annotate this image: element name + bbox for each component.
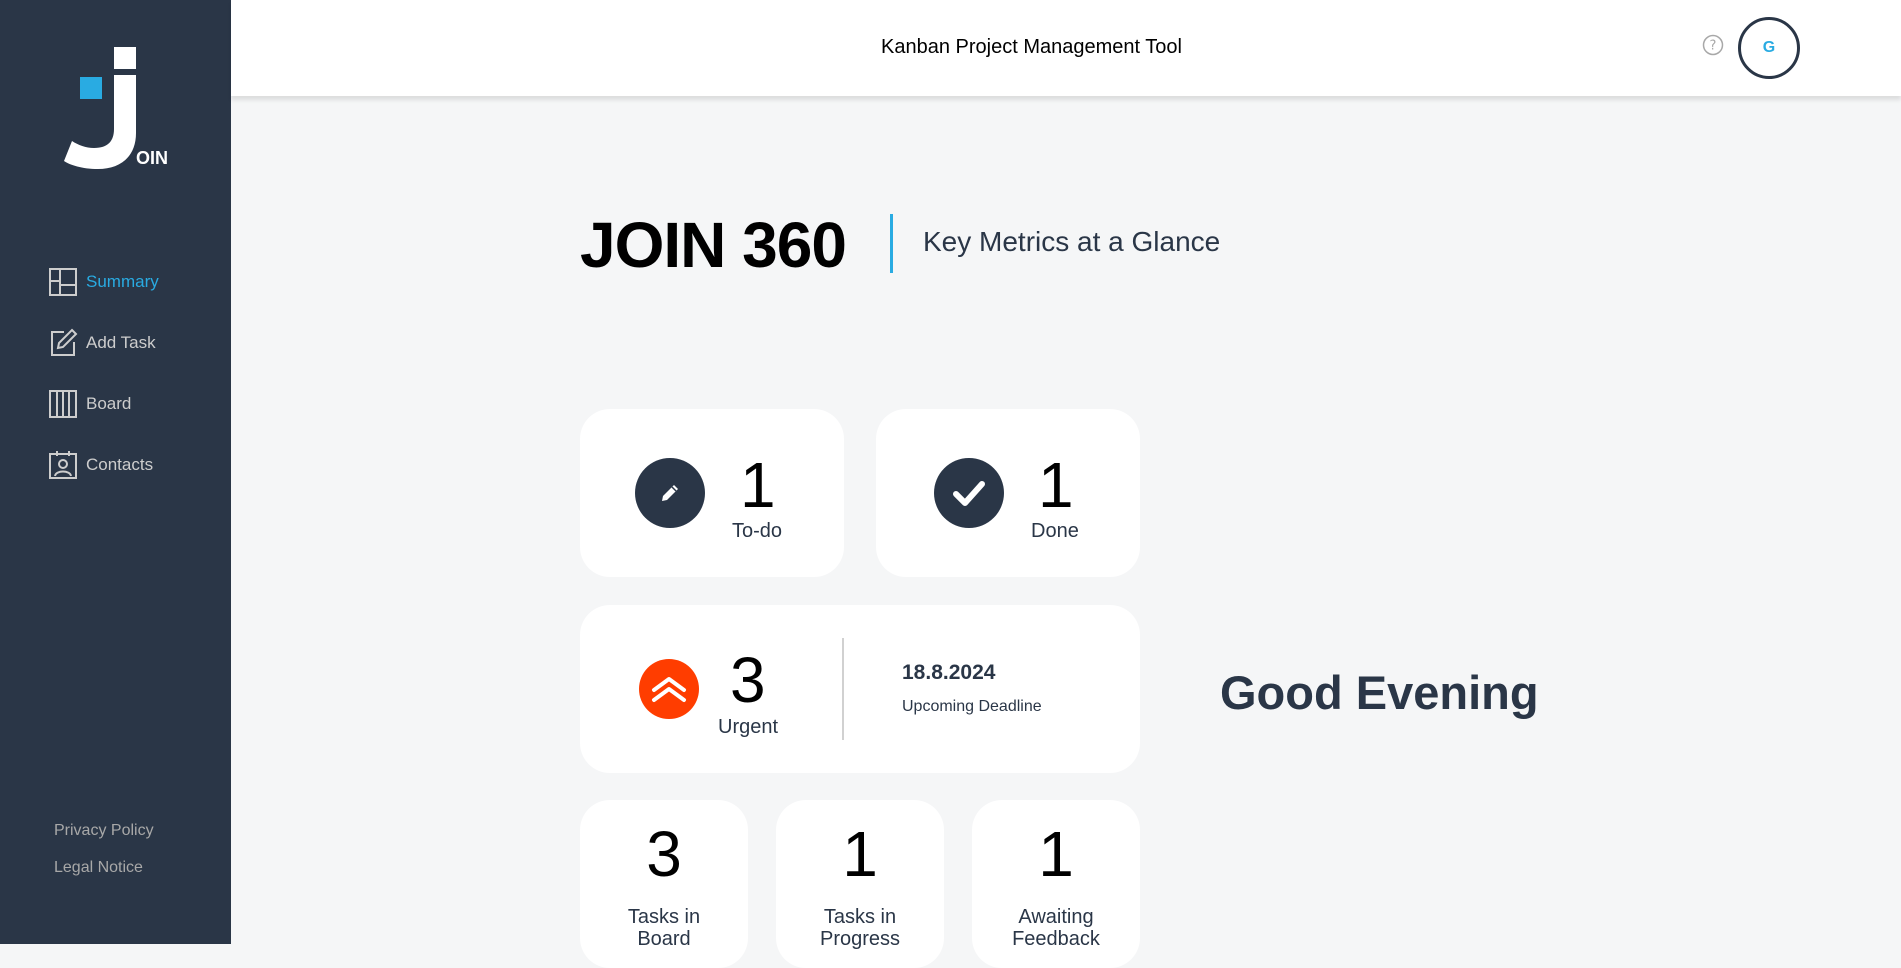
sidebar-item-contacts[interactable]: Contacts bbox=[48, 448, 159, 482]
todo-circle bbox=[635, 458, 705, 528]
checkmark-icon bbox=[953, 481, 985, 506]
tasks-in-board-count: 3 bbox=[646, 818, 682, 890]
sidebar-footer: Privacy Policy Legal Notice bbox=[54, 822, 154, 896]
tasks-in-progress-count: 1 bbox=[842, 818, 878, 890]
done-card[interactable]: 1 Done bbox=[876, 409, 1140, 577]
user-avatar[interactable]: G bbox=[1738, 17, 1800, 79]
pencil-icon bbox=[662, 485, 678, 501]
urgent-divider bbox=[842, 638, 844, 740]
deadline-label: Upcoming Deadline bbox=[902, 698, 1042, 715]
sidebar-item-label: Add Task bbox=[86, 333, 156, 352]
awaiting-feedback-label: Awaiting Feedback bbox=[1012, 906, 1100, 950]
tasks-in-board-label: Tasks in Board bbox=[627, 906, 701, 950]
urgent-label: Urgent bbox=[718, 716, 779, 738]
urgent-count: 3 bbox=[730, 644, 766, 716]
done-circle bbox=[934, 458, 1004, 528]
sidebar-item-label: Contacts bbox=[86, 455, 154, 474]
awaiting-feedback-count: 1 bbox=[1038, 818, 1074, 890]
sidebar-item-label: Summary bbox=[86, 272, 159, 291]
tasks-in-progress-card[interactable]: 1 Tasks in Progress bbox=[776, 800, 944, 968]
deadline-date: 18.8.2024 bbox=[902, 661, 996, 684]
awaiting-feedback-card[interactable]: 1 Awaiting Feedback bbox=[972, 800, 1140, 968]
privacy-policy-link[interactable]: Privacy Policy bbox=[54, 822, 154, 840]
legal-notice-link[interactable]: Legal Notice bbox=[54, 859, 154, 877]
summary-icon bbox=[48, 267, 78, 297]
todo-count: 1 bbox=[740, 449, 776, 521]
sidebar-nav: Summary Add Task Board Contacts bbox=[48, 265, 159, 509]
urgent-circle bbox=[639, 659, 699, 719]
logo-text: OIN bbox=[136, 148, 169, 168]
contacts-icon bbox=[48, 450, 78, 480]
greeting: Good Evening bbox=[1220, 666, 1539, 719]
add-task-icon bbox=[48, 328, 78, 358]
header-title: Kanban Project Management Tool bbox=[881, 36, 1182, 58]
header: Kanban Project Management Tool ? G bbox=[231, 0, 1901, 96]
sidebar-item-add-task[interactable]: Add Task bbox=[48, 326, 159, 360]
todo-card[interactable]: 1 To-do bbox=[580, 409, 844, 577]
todo-label: To-do bbox=[732, 520, 783, 542]
done-count: 1 bbox=[1038, 449, 1074, 521]
help-circle-icon[interactable]: ? bbox=[1702, 34, 1724, 56]
title-divider bbox=[890, 214, 893, 273]
board-icon bbox=[48, 389, 78, 419]
svg-text:?: ? bbox=[1710, 39, 1717, 54]
tasks-in-progress-label: Tasks in Progress bbox=[819, 906, 901, 950]
done-label: Done bbox=[1031, 520, 1079, 542]
priority-urgent-icon bbox=[652, 677, 686, 702]
urgent-card[interactable]: 3 Urgent 18.8.2024 Upcoming Deadline bbox=[580, 605, 1140, 773]
page-title: JOIN 360 bbox=[580, 209, 847, 281]
sidebar-item-label: Board bbox=[86, 394, 132, 413]
sidebar-item-summary[interactable]: Summary bbox=[48, 265, 159, 299]
page-subtitle: Key Metrics at a Glance bbox=[923, 226, 1221, 257]
tasks-in-board-card[interactable]: 3 Tasks in Board bbox=[580, 800, 748, 968]
sidebar-item-board[interactable]: Board bbox=[48, 387, 159, 421]
sidebar: OIN Summary Add Task Board Contacts Priv… bbox=[0, 0, 231, 944]
